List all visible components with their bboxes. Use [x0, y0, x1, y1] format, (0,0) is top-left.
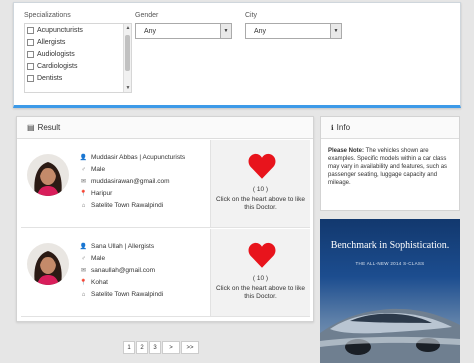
info-panel: ℹ Info Please Note: The vehicles shown a…: [320, 116, 460, 211]
like-instructions: Click on the heart above to like this Do…: [216, 285, 305, 300]
list-scrollbar[interactable]: ▲ ▼: [123, 24, 131, 92]
map-marker-icon: 📍: [79, 191, 88, 197]
last-page-button[interactable]: >>: [181, 341, 199, 354]
pagination: 1 2 3 > >>: [123, 341, 200, 354]
doctor-address: Satelite Town Rawalpindi: [91, 202, 164, 209]
specialization-option[interactable]: Acupuncturists: [25, 24, 131, 36]
scroll-up-arrow-icon[interactable]: ▲: [124, 24, 131, 32]
checkbox[interactable]: [27, 62, 34, 70]
doctor-info: 👤 Sana Ullah | Allergists ♂ Male ✉ sanaulla…: [21, 229, 210, 316]
doctor-card: 👤 Muddasir Abbas | Acupuncturists ♂ Male ✉…: [21, 140, 310, 228]
page-1-button[interactable]: 1: [123, 341, 135, 354]
home-icon: ⌂: [81, 291, 86, 298]
gender-label: Gender: [135, 12, 159, 19]
ad-title: Benchmark in Sophistication.: [330, 240, 450, 251]
heart-icon[interactable]: [248, 153, 276, 179]
page-3-button[interactable]: 3: [149, 341, 161, 354]
avatar: [27, 243, 69, 285]
doctor-name: Sana Ullah | Allergists: [91, 243, 155, 250]
city-label: City: [245, 12, 258, 19]
avatar: [27, 154, 69, 196]
specialization-option[interactable]: Audiologists: [25, 48, 131, 60]
filter-panel: Specializations Acupuncturists Allergist…: [13, 2, 461, 108]
checkbox[interactable]: [27, 38, 34, 46]
city-select[interactable]: Any ▼: [245, 23, 342, 39]
note-label: Please Note:: [328, 148, 365, 154]
specializations-list[interactable]: Acupuncturists Allergists Audiologists C…: [24, 23, 132, 93]
scroll-down-arrow-icon[interactable]: ▼: [124, 84, 131, 92]
map-marker-icon: 📍: [79, 280, 88, 286]
info-icon: ℹ: [331, 124, 334, 132]
info-heading: ℹ Info: [321, 117, 459, 139]
user-icon: 👤: [79, 244, 88, 250]
user-icon: 👤: [79, 155, 88, 161]
specialization-option[interactable]: Allergists: [25, 36, 131, 48]
scroll-thumb[interactable]: [125, 35, 130, 71]
doctor-address: Satelite Town Rawalpindi: [91, 291, 164, 298]
like-instructions: Click on the heart above to like this Do…: [216, 196, 305, 211]
envelope-icon: ✉: [80, 268, 87, 274]
like-area: ( 10 ) Click on the heart above to like …: [210, 229, 310, 316]
doctor-city: Kohat: [91, 279, 108, 286]
specializations-label: Specializations: [24, 12, 71, 19]
male-icon: ♂: [81, 255, 86, 262]
doctor-city: Haripur: [91, 190, 113, 197]
chevron-down-icon[interactable]: ▼: [220, 24, 231, 38]
car-image: [320, 308, 460, 363]
doctor-email: sanaullah@gmail.com: [91, 267, 156, 274]
doctor-card: 👤 Sana Ullah | Allergists ♂ Male ✉ sanaulla…: [21, 229, 310, 317]
like-area: ( 10 ) Click on the heart above to like …: [210, 140, 310, 227]
like-count: ( 10 ): [252, 275, 269, 282]
ad-subtitle: THE ALL-NEW 2014 S-CLASS: [355, 261, 425, 266]
result-panel: ▤ Result 👤 Muddasir Abbas | Acupuncturist…: [16, 116, 314, 322]
chevron-down-icon[interactable]: ▼: [330, 24, 341, 38]
advertisement-banner[interactable]: Benchmark in Sophistication. THE ALL-NEW…: [320, 219, 460, 363]
next-page-button[interactable]: >: [162, 341, 180, 354]
doctor-name: Muddasir Abbas | Acupuncturists: [91, 154, 186, 161]
checkbox[interactable]: [27, 50, 34, 58]
doctor-gender: Male: [91, 166, 106, 173]
doctor-gender: Male: [91, 255, 106, 262]
home-icon: ⌂: [81, 202, 86, 209]
specialization-option[interactable]: Cardiologists: [25, 60, 131, 72]
checkbox[interactable]: [27, 26, 34, 34]
doctor-info: 👤 Muddasir Abbas | Acupuncturists ♂ Male ✉…: [21, 140, 210, 227]
checkbox[interactable]: [27, 74, 34, 82]
page-2-button[interactable]: 2: [136, 341, 148, 354]
list-icon: ▤: [27, 123, 35, 132]
info-note: Please Note: The vehicles shown are exam…: [321, 139, 459, 195]
heart-icon[interactable]: [248, 242, 276, 268]
gender-select[interactable]: Any ▼: [135, 23, 232, 39]
doctor-email: muddasirawan@gmail.com: [91, 178, 170, 185]
specialization-option[interactable]: Dentists: [25, 72, 131, 84]
like-count: ( 10 ): [252, 186, 269, 193]
result-heading: ▤ Result: [17, 117, 313, 139]
male-icon: ♂: [81, 166, 86, 173]
envelope-icon: ✉: [80, 179, 87, 185]
